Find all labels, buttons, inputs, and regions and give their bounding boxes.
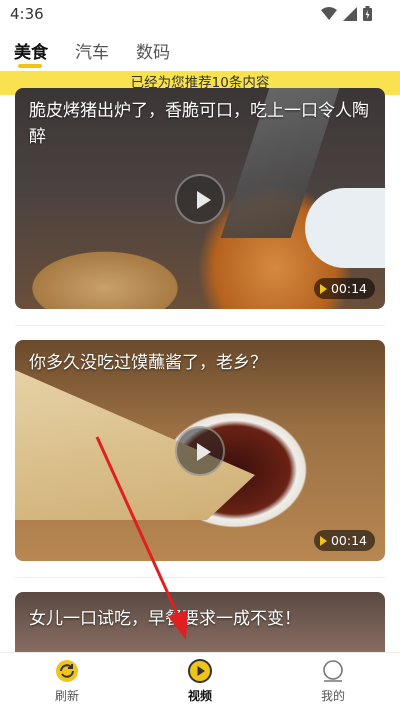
signal-icon xyxy=(343,6,357,21)
play-icon[interactable] xyxy=(175,174,225,224)
category-tabs: 美食 汽车 数码 xyxy=(0,30,400,70)
bottom-nav: 刷新 视频 我的 xyxy=(0,652,400,711)
video-card[interactable]: 你多久没吃过馍蘸酱了，老乡？ 00:14 xyxy=(15,340,385,561)
duration-badge: 00:14 xyxy=(313,278,375,299)
status-time: 4:36 xyxy=(10,5,44,23)
divider xyxy=(15,577,385,578)
status-bar: 4:36 xyxy=(0,0,400,28)
profile-icon xyxy=(323,660,343,682)
video-title: 你多久没吃过馍蘸酱了，老乡？ xyxy=(29,353,267,373)
duration-text: 00:14 xyxy=(330,533,367,548)
battery-icon xyxy=(363,6,372,21)
divider xyxy=(15,325,385,326)
video-card[interactable]: 脆皮烤猪出炉了，香脆可口，吃上一口令人陶醉 00:14 xyxy=(15,88,385,309)
video-play-icon xyxy=(188,659,212,683)
video-title: 女儿一口试吃，早餐要求一成不变！ xyxy=(29,609,301,629)
tab-digital[interactable]: 数码 xyxy=(136,38,170,63)
refresh-icon xyxy=(56,660,78,682)
video-title: 脆皮烤猪出炉了，香脆可口，吃上一口令人陶醉 xyxy=(29,101,369,147)
duration-text: 00:14 xyxy=(330,281,367,296)
nav-label: 我的 xyxy=(320,689,345,703)
nav-label: 视频 xyxy=(187,689,212,703)
play-icon[interactable] xyxy=(175,426,225,476)
status-icons xyxy=(321,6,372,21)
video-thumbnail-detail xyxy=(305,188,385,268)
nav-refresh[interactable]: 刷新 xyxy=(37,659,97,704)
tab-indicator xyxy=(18,64,42,68)
wifi-icon xyxy=(321,6,337,20)
tab-food[interactable]: 美食 xyxy=(14,38,48,63)
nav-profile[interactable]: 我的 xyxy=(303,659,363,704)
nav-video[interactable]: 视频 xyxy=(170,659,230,704)
play-triangle-icon xyxy=(319,535,327,546)
nav-label: 刷新 xyxy=(54,689,79,703)
tab-cars[interactable]: 汽车 xyxy=(75,38,109,63)
play-triangle-icon xyxy=(319,283,327,294)
duration-badge: 00:14 xyxy=(313,530,375,551)
